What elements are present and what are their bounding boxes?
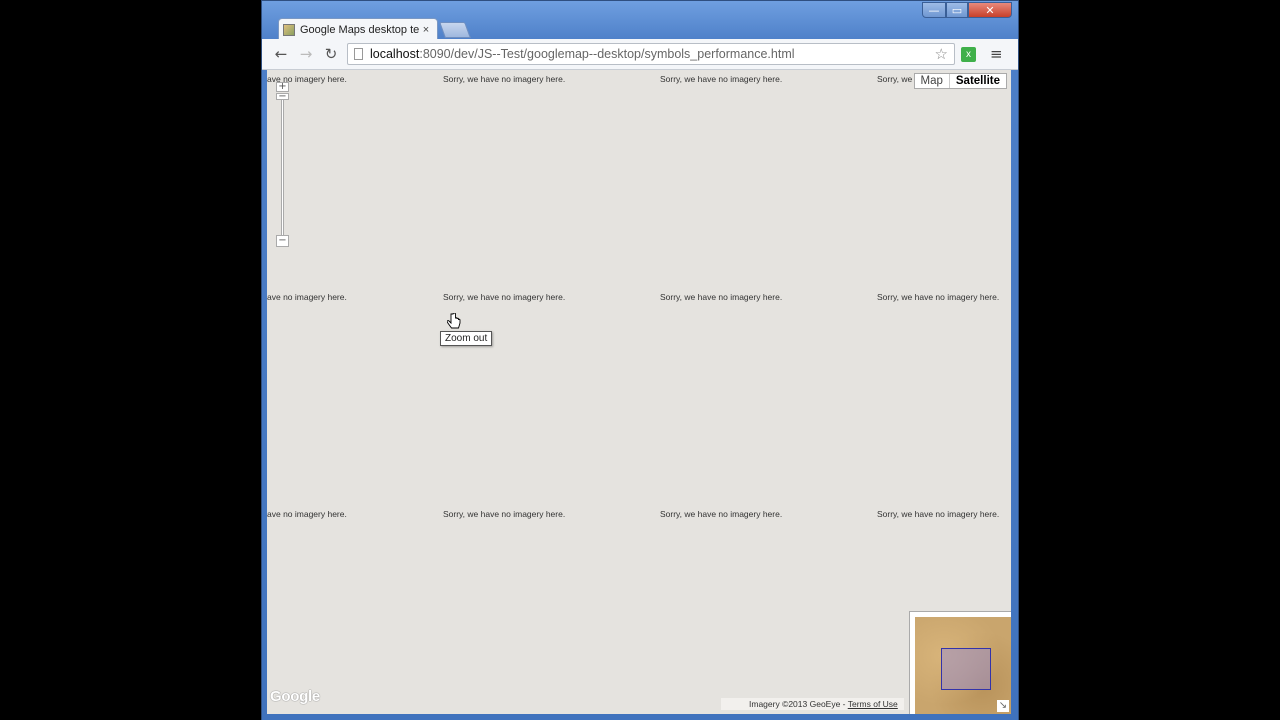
google-logo: Google [270, 688, 320, 705]
tab-title: Google Maps desktop test [300, 23, 419, 36]
tab-close-icon[interactable]: × [419, 24, 433, 36]
zoom-out-tooltip: Zoom out [440, 331, 493, 346]
minimize-button[interactable]: — [922, 2, 946, 18]
zoom-out-button[interactable]: − [276, 235, 289, 247]
new-tab-button[interactable] [439, 22, 471, 38]
browser-toolbar: ← → ↻ localhost:8090/dev/JS--Test/google… [262, 39, 1018, 70]
browser-window: — ▭ ✕ Google Maps desktop test × ← → ↻ l… [261, 0, 1019, 720]
overview-viewport-box[interactable] [941, 648, 991, 690]
map-canvas[interactable]: ave no imagery here. Sorry, we have no i… [267, 70, 1011, 714]
no-imagery-text: Sorry, we have no imagery here. [877, 509, 1000, 519]
zoom-slider-track[interactable] [281, 94, 284, 242]
forward-arrow-icon[interactable]: → [297, 45, 315, 63]
url-host: localhost [370, 47, 420, 61]
hand-cursor-icon [447, 313, 461, 329]
map-type-control: Map Satellite [913, 73, 1007, 89]
no-imagery-text: Sorry, we have no imagery here. [443, 74, 566, 84]
back-arrow-icon[interactable]: ← [272, 45, 290, 63]
zoom-slider-handle[interactable]: − [276, 92, 289, 102]
no-imagery-text: Sorry, we have no imagery here. [443, 292, 566, 302]
terms-of-use-link[interactable]: Terms of Use [848, 699, 898, 709]
overview-map-control: ↘ [909, 611, 1011, 714]
address-bar[interactable]: localhost:8090/dev/JS--Test/googlemap--d… [347, 43, 955, 65]
no-imagery-text: Sorry, we have no imagery here. [877, 292, 1000, 302]
map-attribution: Imagery ©2013 GeoEye - Terms of Use [721, 698, 904, 710]
no-imagery-text: ave no imagery here. [267, 509, 347, 519]
map-type-map-button[interactable]: Map [914, 74, 950, 88]
no-imagery-text: Sorry, we have no imagery here. [660, 292, 783, 302]
maximize-button[interactable]: ▭ [946, 2, 968, 18]
no-imagery-text: ave no imagery here. [267, 292, 347, 302]
url-path: :8090/dev/JS--Test/googlemap--desktop/sy… [419, 47, 795, 61]
no-imagery-text: Sorry, we have no imagery here. [660, 74, 783, 84]
window-controls: — ▭ ✕ [922, 2, 1012, 18]
menu-icon[interactable]: ≡ [990, 45, 1003, 63]
extension-icon[interactable]: x [961, 47, 976, 62]
no-imagery-text: Sorry, we have no imagery here. [443, 509, 566, 519]
zoom-control: + − − [275, 80, 291, 247]
bookmark-star-icon[interactable]: ☆ [935, 44, 948, 64]
attribution-text: Imagery ©2013 GeoEye - [749, 699, 848, 709]
map-favicon-icon [283, 23, 295, 36]
page-icon [354, 48, 363, 60]
reload-icon[interactable]: ↻ [322, 45, 340, 63]
no-imagery-text: Sorry, we have no imagery here. [660, 509, 783, 519]
overview-toggle-icon[interactable]: ↘ [997, 700, 1009, 712]
browser-tab[interactable]: Google Maps desktop test × [278, 18, 438, 40]
map-type-satellite-button[interactable]: Satellite [949, 74, 1006, 88]
close-window-button[interactable]: ✕ [968, 2, 1012, 18]
